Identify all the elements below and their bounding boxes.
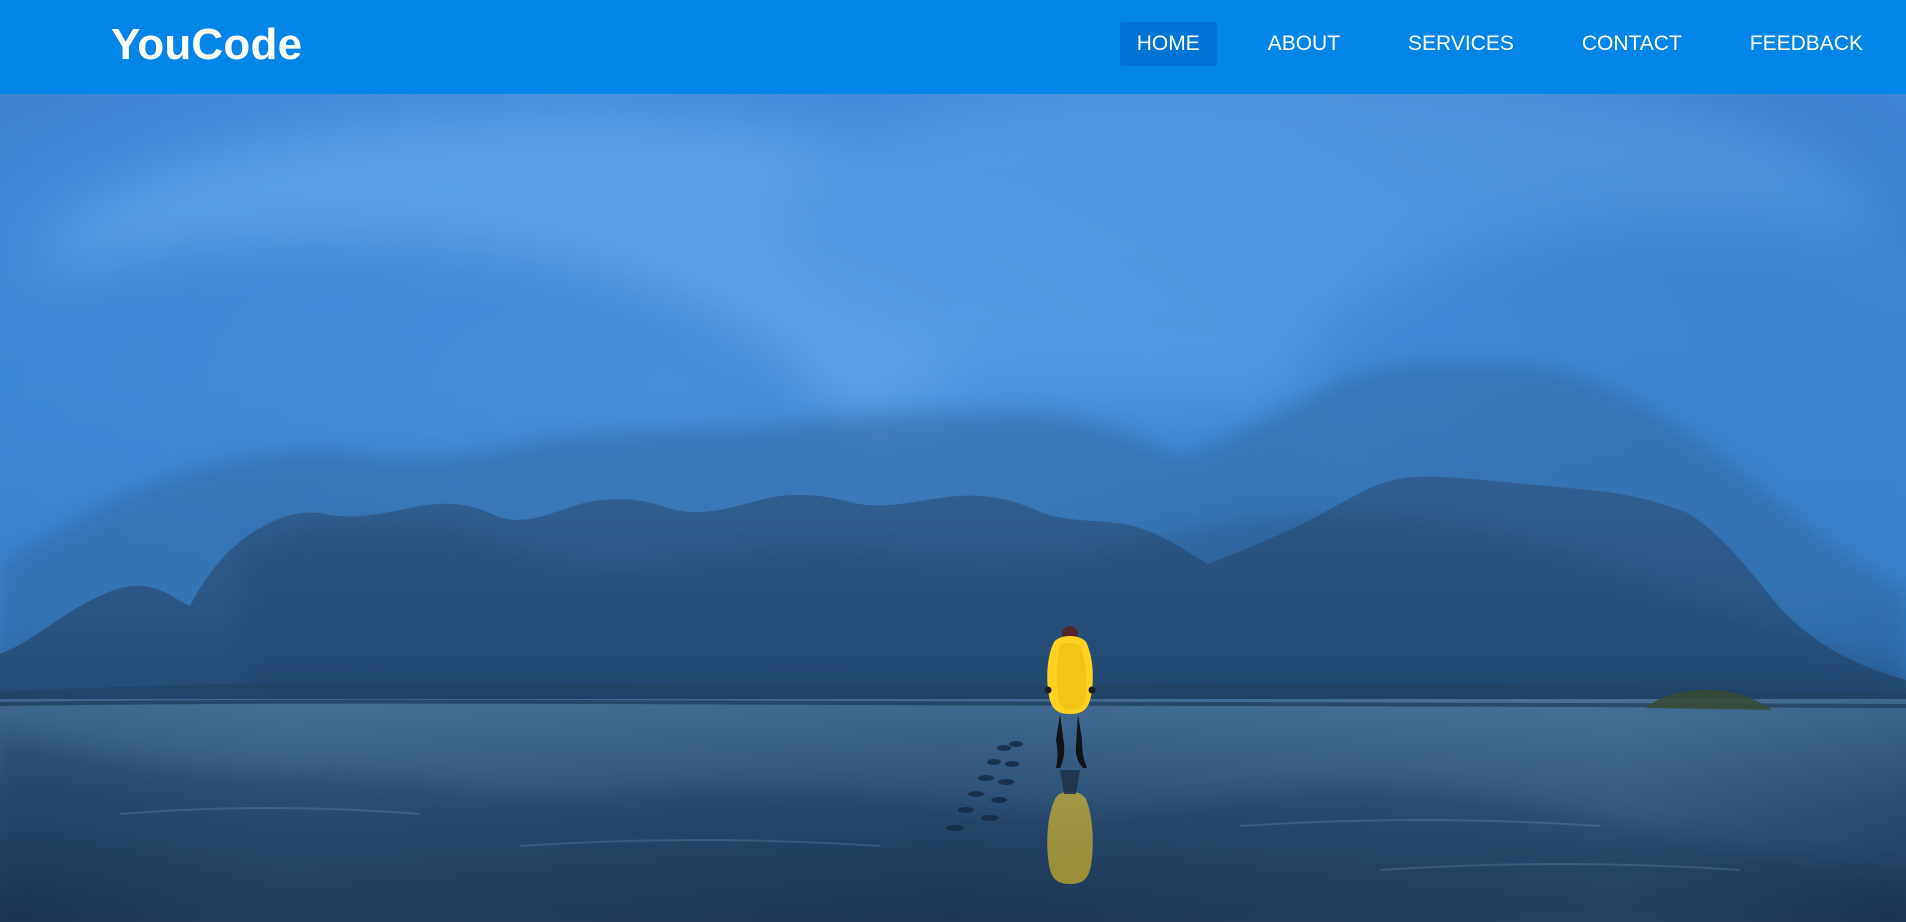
- hero-image: [0, 94, 1906, 922]
- hero-section: [0, 94, 1906, 922]
- nav-item-services[interactable]: SERVICES: [1391, 22, 1531, 66]
- main-navigation: HOME ABOUT SERVICES CONTACT FEEDBACK: [1119, 22, 1880, 66]
- nav-item-contact[interactable]: CONTACT: [1565, 22, 1699, 66]
- top-navbar: YouCode HOME ABOUT SERVICES CONTACT FEED…: [0, 0, 1906, 94]
- nav-item-feedback[interactable]: FEEDBACK: [1733, 22, 1880, 66]
- nav-item-home[interactable]: HOME: [1119, 22, 1217, 66]
- brand-logo[interactable]: YouCode: [111, 23, 302, 67]
- nav-item-about[interactable]: ABOUT: [1251, 22, 1357, 66]
